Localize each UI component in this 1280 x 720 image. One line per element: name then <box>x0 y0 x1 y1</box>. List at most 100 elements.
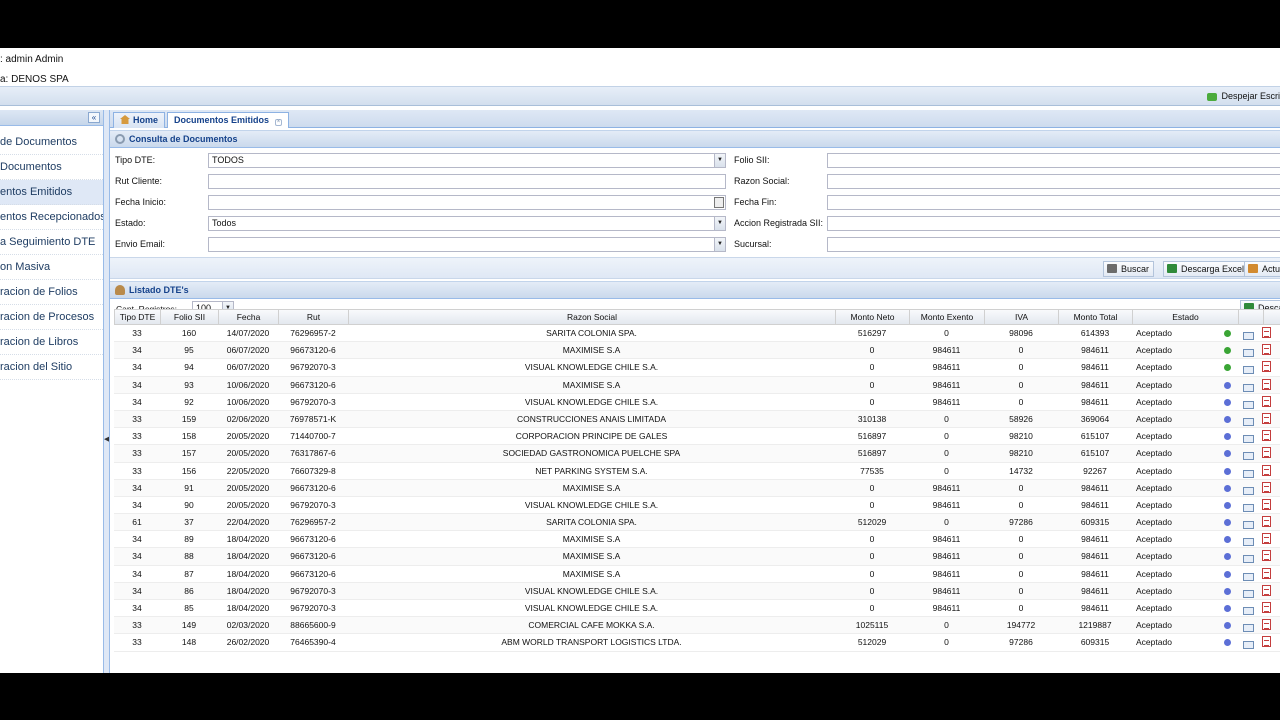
table-row[interactable]: 33 149 02/03/2020 88665600-9 COMERCIAL CAFE … <box>114 617 1280 635</box>
chevron-down-icon[interactable]: ▼ <box>714 154 725 167</box>
email-icon[interactable] <box>1243 366 1254 375</box>
table-row[interactable]: 34 90 20/05/2020 96792070-3 VISUAL KNOWLEDGE… <box>114 497 1280 515</box>
pdf-icon[interactable] <box>1262 498 1271 510</box>
email-icon[interactable] <box>1243 469 1254 478</box>
tipo-dte-select[interactable]: TODOS ▼ <box>208 153 726 168</box>
table-row[interactable]: 33 157 20/05/2020 76317867-6 SOCIEDAD GASTRO… <box>114 445 1280 463</box>
pdf-icon[interactable] <box>1262 361 1271 373</box>
table-row[interactable]: 33 159 02/06/2020 76978571-K CONSTRUCCIONES … <box>114 410 1280 429</box>
pdf-icon[interactable] <box>1262 550 1271 562</box>
col-razon-social[interactable]: Razon Social <box>349 310 836 325</box>
estado-select[interactable]: Todos ▼ <box>208 216 726 231</box>
sucursal-select[interactable] <box>827 237 1280 252</box>
sidebar-item-emision-masiva[interactable]: on Masiva <box>0 255 103 280</box>
email-icon[interactable] <box>1243 538 1254 547</box>
table-row[interactable]: 34 85 18/04/2020 96792070-3 VISUAL KNOWLEDGE… <box>114 600 1280 618</box>
email-icon[interactable] <box>1243 607 1254 615</box>
pdf-icon[interactable] <box>1262 412 1271 424</box>
email-icon[interactable] <box>1243 641 1254 650</box>
email-icon[interactable] <box>1243 624 1254 633</box>
pdf-icon[interactable] <box>1262 395 1271 407</box>
table-row[interactable]: 33 148 26/02/2020 76465390-4 ABM WORLD TRANS… <box>114 634 1280 652</box>
col-fecha[interactable]: Fecha <box>219 310 279 325</box>
col-monto-exento[interactable]: Monto Exento <box>910 310 985 325</box>
tab-home[interactable]: Home <box>113 112 166 128</box>
pdf-icon[interactable] <box>1262 516 1271 528</box>
sidebar-item-seguimiento-dte[interactable]: a Seguimiento DTE <box>0 230 103 255</box>
col-monto-neto[interactable]: Monto Neto <box>836 310 910 325</box>
table-row[interactable]: 34 89 18/04/2020 96673120-6 MAXIMISE S.A 0 984… <box>114 531 1280 549</box>
buscar-button[interactable]: Buscar <box>1103 261 1155 277</box>
col-tipo-dte[interactable]: Tipo DTE <box>115 310 161 325</box>
sidebar-item-documentos[interactable]: Documentos <box>0 155 103 180</box>
close-icon[interactable]: × <box>275 119 283 126</box>
pdf-icon[interactable] <box>1262 619 1271 631</box>
chevron-down-icon[interactable]: ▼ <box>714 238 725 251</box>
email-icon[interactable] <box>1243 503 1254 512</box>
table-row[interactable]: 61 37 22/04/2020 76296957-2 SARITA COLONIA S… <box>114 514 1280 532</box>
razon-social-input[interactable] <box>827 174 1280 189</box>
folio-sii-input[interactable] <box>827 153 1280 168</box>
accion-sii-select[interactable] <box>827 216 1280 231</box>
sidebar-item-administracion-procesos[interactable]: racion de Procesos <box>0 305 103 330</box>
envio-email-select[interactable]: ▼ <box>208 237 726 252</box>
pdf-icon[interactable] <box>1262 344 1271 356</box>
email-icon[interactable] <box>1243 521 1254 530</box>
table-row[interactable]: 34 95 06/07/2020 96673120-6 MAXIMISE S.A 0 984… <box>114 342 1280 360</box>
table-row[interactable]: 33 160 14/07/2020 76296957-2 SARITA COLONIA … <box>114 325 1280 343</box>
sidebar-item-administracion-folios[interactable]: racion de Folios <box>0 280 103 305</box>
pdf-icon[interactable] <box>1262 602 1271 613</box>
pdf-icon[interactable] <box>1262 327 1271 338</box>
fecha-inicio-input[interactable] <box>208 195 726 210</box>
col-iva[interactable]: IVA <box>985 310 1059 325</box>
email-icon[interactable] <box>1243 435 1254 444</box>
calendar-icon[interactable] <box>714 197 724 208</box>
pdf-icon[interactable] <box>1262 464 1271 476</box>
table-row[interactable]: 34 92 10/06/2020 96792070-3 VISUAL KNOWLEDGE… <box>114 394 1280 411</box>
descarga-excel-button[interactable]: Descarga Excel <box>1163 261 1250 277</box>
email-icon[interactable] <box>1243 572 1254 581</box>
email-icon[interactable] <box>1243 452 1254 461</box>
pdf-icon[interactable] <box>1262 430 1271 442</box>
sidebar-item-administracion-libros[interactable]: racion de Libros <box>0 330 103 355</box>
tab-documentos-emitidos[interactable]: Documentos Emitidos × <box>167 112 290 128</box>
pdf-icon[interactable] <box>1262 636 1271 648</box>
sidebar-item-documentos-recepcionados[interactable]: entos Recepcionados <box>0 205 103 230</box>
table-row[interactable]: 33 156 22/05/2020 76607329-8 NET PARKING SYS… <box>114 463 1280 480</box>
email-icon[interactable] <box>1243 383 1254 392</box>
email-icon[interactable] <box>1243 332 1254 340</box>
table-row[interactable]: 34 86 18/04/2020 96792070-3 VISUAL KNOWLEDGE… <box>114 582 1280 600</box>
sidebar-item-administracion-sitio[interactable]: racion del Sitio <box>0 355 103 380</box>
email-icon[interactable] <box>1243 589 1254 598</box>
col-rut[interactable]: Rut <box>279 310 349 325</box>
clear-desk-button[interactable]: Despejar Escri <box>1207 91 1280 101</box>
col-folio-sii[interactable]: Folio SII <box>161 310 219 325</box>
cell-monto-neto: 512029 <box>857 637 887 648</box>
table-row[interactable]: 34 91 20/05/2020 96673120-6 MAXIMISE S.A 0 984… <box>114 479 1280 497</box>
pdf-icon[interactable] <box>1262 378 1271 390</box>
double-chevron-left-icon[interactable]: « <box>88 112 100 123</box>
col-estado[interactable]: Estado <box>1133 310 1239 325</box>
email-icon[interactable] <box>1243 417 1254 426</box>
pdf-icon[interactable] <box>1262 567 1271 579</box>
chevron-down-icon[interactable]: ▼ <box>714 217 725 230</box>
pdf-icon[interactable] <box>1262 447 1271 459</box>
email-icon[interactable] <box>1243 486 1254 495</box>
table-row[interactable]: 34 88 18/04/2020 96673120-6 MAXIMISE S.A 0 984… <box>114 548 1280 566</box>
actualizar-button[interactable]: Actu <box>1244 261 1280 277</box>
email-icon[interactable] <box>1243 349 1254 358</box>
table-row[interactable]: 33 158 20/05/2020 71440700-7 CORPORACION PRI… <box>114 428 1280 446</box>
table-row[interactable]: 34 93 10/06/2020 96673120-6 MAXIMISE S.A 0 984… <box>114 376 1280 394</box>
table-row[interactable]: 34 87 18/04/2020 96673120-6 MAXIMISE S.A 0 984… <box>114 566 1280 583</box>
pdf-icon[interactable] <box>1262 533 1271 545</box>
email-icon[interactable] <box>1243 555 1254 564</box>
sidebar-item-consulta-documentos[interactable]: de Documentos <box>0 130 103 155</box>
sidebar-item-documentos-emitidos[interactable]: entos Emitidos <box>0 180 103 205</box>
fecha-fin-input[interactable] <box>827 195 1280 210</box>
rut-cliente-input[interactable] <box>208 174 726 189</box>
col-monto-total[interactable]: Monto Total <box>1059 310 1133 325</box>
table-row[interactable]: 34 94 06/07/2020 96792070-3 VISUAL KNOWLEDGE… <box>114 359 1280 377</box>
email-icon[interactable] <box>1243 400 1254 409</box>
pdf-icon[interactable] <box>1262 481 1271 493</box>
pdf-icon[interactable] <box>1262 584 1271 596</box>
